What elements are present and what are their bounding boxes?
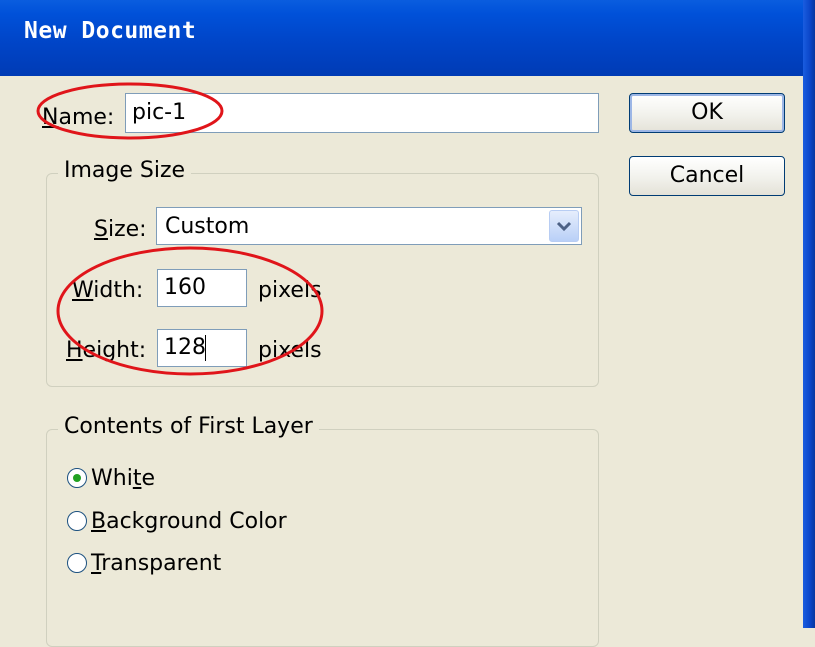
annotation-ellipse-name xyxy=(36,82,224,140)
annotation-ellipse-dimensions xyxy=(56,246,324,376)
annotation-overlay xyxy=(36,82,324,376)
